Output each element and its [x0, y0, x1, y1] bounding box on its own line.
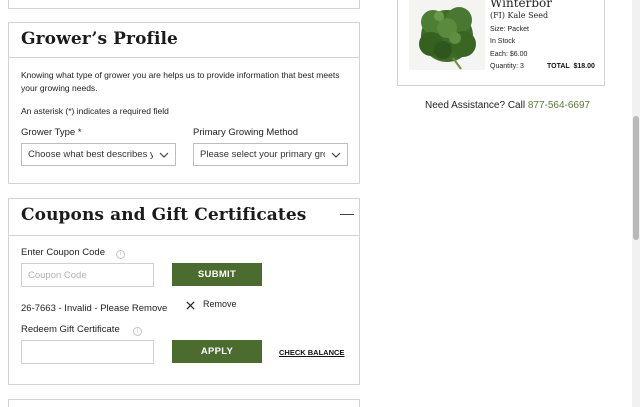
product-size: Size: Packet — [490, 26, 529, 33]
section-title-grower-profile: Grower’s Profile — [21, 29, 178, 49]
growing-method-value: Please select your primary growing metho… — [200, 149, 325, 160]
info-icon[interactable]: i — [133, 327, 142, 336]
grower-profile-intro: Knowing what type of grower you are help… — [21, 70, 340, 93]
product-total: TOTAL $18.00 — [547, 63, 595, 70]
product-subtitle: (FI) Kale Seed — [490, 11, 549, 20]
previous-section-box — [8, 0, 360, 9]
assistance-phone-link[interactable]: 877-564-6697 — [528, 100, 590, 111]
section-title-coupons: Coupons and Gift Certificates — [21, 205, 307, 225]
coupon-code-label: Enter Coupon Code — [21, 247, 105, 258]
product-quantity: Quantity: 3 — [490, 63, 524, 70]
info-icon[interactable]: i — [116, 250, 125, 259]
product-name[interactable]: Winterbor — [490, 0, 552, 10]
required-note: An asterisk (*) indicates a required fie… — [21, 106, 169, 116]
chevron-down-icon — [159, 152, 169, 158]
next-section-box — [8, 399, 360, 407]
growing-method-label: Primary Growing Method — [193, 127, 299, 138]
grower-type-select[interactable]: Choose what best describes you — [21, 143, 176, 166]
gift-certificate-label: Redeem Gift Certificate — [21, 324, 120, 335]
growing-method-select[interactable]: Please select your primary growing metho… — [193, 143, 348, 166]
assistance-text: Need Assistance? Call — [425, 100, 526, 111]
kale-image — [409, 0, 485, 70]
scrollbar-thumb[interactable] — [633, 116, 639, 240]
submit-coupon-button[interactable]: SUBMIT — [172, 263, 262, 286]
coupon-code-input[interactable]: Coupon Code — [21, 263, 154, 287]
assistance-line: Need Assistance? Call 877-564-6697 — [425, 100, 590, 111]
close-icon[interactable] — [186, 301, 195, 310]
coupons-section: Coupons and Gift Certificates — Enter Co… — [8, 198, 360, 385]
grower-profile-section: Grower’s Profile Knowing what type of gr… — [8, 22, 360, 184]
gift-certificate-input[interactable] — [21, 340, 154, 364]
grower-type-value: Choose what best describes you — [28, 149, 153, 160]
remove-coupon-link[interactable]: Remove — [203, 299, 237, 309]
section-divider — [9, 235, 359, 236]
chevron-down-icon — [331, 152, 341, 158]
product-stock: In Stock — [490, 38, 516, 45]
check-balance-link[interactable]: CHECK BALANCE — [279, 348, 344, 357]
product-each-price: Each: $6.00 — [490, 51, 528, 58]
collapse-icon[interactable]: — — [340, 205, 354, 221]
applied-coupon-text: 26-7663 - Invalid - Please Remove — [21, 303, 168, 314]
grower-type-label: Grower Type * — [21, 127, 82, 138]
apply-gift-button[interactable]: APPLY — [172, 340, 262, 363]
section-divider — [9, 57, 359, 58]
